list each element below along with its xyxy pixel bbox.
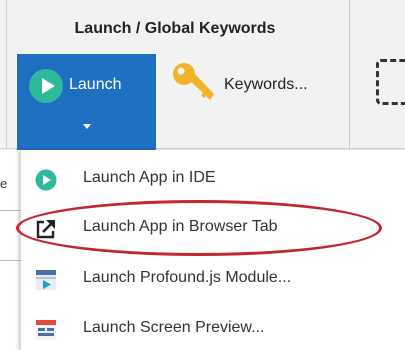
screen-preview-icon — [36, 320, 56, 340]
play-circle-icon — [35, 169, 57, 191]
chevron-down-icon[interactable] — [83, 124, 91, 129]
left-panel-divider — [0, 260, 20, 261]
next-ribbon-button[interactable] — [376, 59, 405, 105]
highlight-annotation — [16, 200, 382, 256]
left-panel-divider — [0, 210, 20, 211]
launch-button[interactable]: Launch — [17, 54, 156, 150]
play-icon — [29, 69, 63, 103]
key-icon — [173, 63, 214, 100]
menu-item-launch-profoundjs-module[interactable]: Launch Profound.js Module... — [21, 258, 405, 300]
left-panel-text: e — [0, 176, 8, 191]
menu-item-label: Launch Profound.js Module... — [83, 269, 292, 286]
launch-button-label: Launch — [69, 76, 122, 93]
keywords-button[interactable]: Keywords... — [168, 60, 338, 104]
ribbon-group-title: Launch / Global Keywords — [74, 20, 276, 37]
menu-item-launch-app-in-ide[interactable]: Launch App in IDE — [21, 158, 405, 200]
menu-item-label: Launch App in IDE — [83, 169, 216, 186]
module-play-icon — [36, 270, 56, 290]
ribbon-group-separator — [349, 0, 350, 148]
keywords-button-label: Keywords... — [224, 76, 308, 93]
menu-item-label: Launch Screen Preview... — [83, 319, 265, 336]
menu-item-launch-screen-preview[interactable]: Launch Screen Preview... — [21, 308, 405, 350]
